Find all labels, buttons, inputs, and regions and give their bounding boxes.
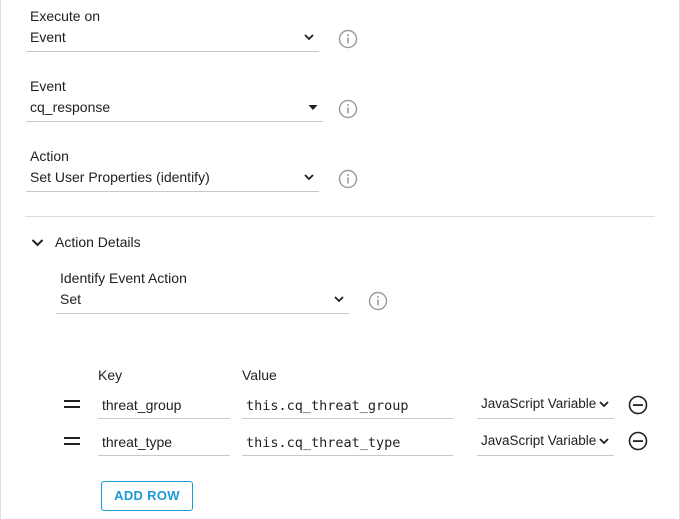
remove-circle-icon[interactable] — [628, 431, 648, 451]
value-type-value: JavaScript Variable — [481, 433, 597, 448]
chevron-down-icon — [599, 438, 609, 445]
dropdown-arrow-icon — [308, 105, 318, 110]
action-select[interactable]: Set User Properties (identify) — [26, 166, 319, 192]
chevron-down-icon — [31, 239, 44, 247]
chevron-down-icon — [334, 296, 344, 303]
key-input[interactable]: threat_group — [98, 393, 230, 419]
value-value: this.cq_threat_group — [246, 398, 409, 414]
form-panel: Execute on Event Event cq_response Actio… — [0, 0, 680, 519]
value-type-select[interactable]: JavaScript Variable — [477, 430, 614, 456]
execute-on-label: Execute on — [30, 8, 101, 24]
value-input[interactable]: this.cq_threat_group — [242, 393, 453, 419]
chevron-down-icon — [304, 34, 314, 41]
event-value: cq_response — [30, 99, 111, 115]
key-input[interactable]: threat_type — [98, 430, 230, 456]
value-type-value: JavaScript Variable — [481, 396, 597, 411]
execute-on-value: Event — [30, 29, 66, 45]
value-column-header: Value — [242, 367, 277, 383]
identify-event-action-value: Set — [60, 291, 82, 307]
chevron-down-icon — [599, 401, 609, 408]
key-value: threat_type — [102, 434, 173, 450]
event-select[interactable]: cq_response — [26, 96, 323, 122]
action-details-label: Action Details — [55, 234, 141, 250]
info-icon[interactable] — [368, 291, 388, 311]
action-details-toggle[interactable]: Action Details — [31, 232, 151, 252]
value-type-select[interactable]: JavaScript Variable — [477, 393, 614, 419]
action-value: Set User Properties (identify) — [30, 169, 210, 185]
remove-circle-icon[interactable] — [628, 395, 648, 415]
info-icon[interactable] — [338, 169, 358, 189]
key-column-header: Key — [98, 367, 123, 383]
identify-event-action-label: Identify Event Action — [60, 270, 187, 286]
info-icon[interactable] — [338, 99, 358, 119]
chevron-down-icon — [304, 174, 314, 181]
section-divider — [25, 216, 655, 217]
identify-event-action-select[interactable]: Set — [56, 288, 349, 314]
value-input[interactable]: this.cq_threat_type — [242, 430, 453, 456]
drag-handle-icon[interactable] — [64, 437, 80, 447]
add-row-button[interactable]: ADD ROW — [101, 481, 193, 511]
drag-handle-icon[interactable] — [64, 400, 80, 410]
info-icon[interactable] — [338, 29, 358, 49]
action-label: Action — [30, 148, 69, 164]
value-value: this.cq_threat_type — [246, 435, 401, 451]
key-value: threat_group — [102, 397, 182, 413]
event-label: Event — [30, 78, 66, 94]
execute-on-select[interactable]: Event — [26, 26, 319, 52]
